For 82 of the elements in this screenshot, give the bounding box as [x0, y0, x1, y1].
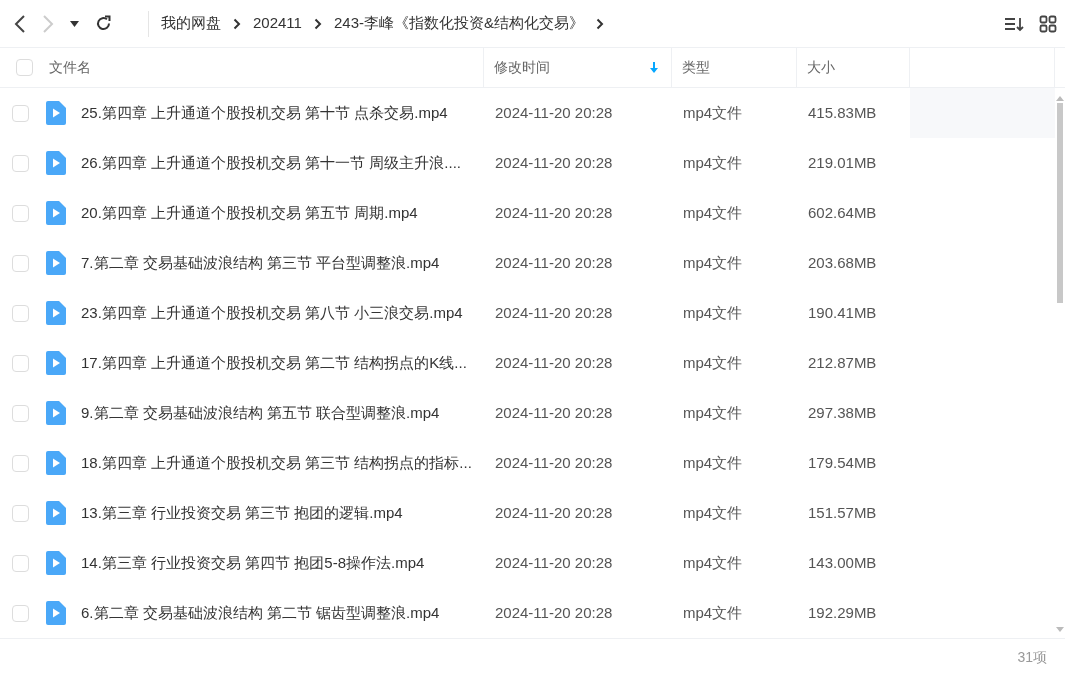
file-name[interactable]: 9.第二章 交易基础波浪结构 第五节 联合型调整浪.mp4	[81, 401, 440, 425]
video-file-icon	[45, 351, 66, 375]
history-dropdown[interactable]	[70, 20, 79, 27]
breadcrumb-link[interactable]: 243-李峰《指数化投资&结构化交易》	[333, 12, 584, 35]
modified-time: 2024-11-20 20:28	[495, 253, 613, 271]
video-file-icon	[45, 451, 66, 475]
modified-time: 2024-11-20 20:28	[495, 103, 613, 121]
video-file-icon	[45, 551, 66, 575]
file-size: 192.29MB	[808, 603, 877, 621]
video-file-icon	[45, 601, 66, 625]
file-size: 151.57MB	[808, 503, 877, 521]
modified-time: 2024-11-20 20:28	[495, 553, 613, 571]
row-checkbox[interactable]	[12, 104, 29, 122]
file-size: 143.00MB	[808, 553, 877, 571]
row-checkbox[interactable]	[12, 204, 29, 222]
column-header[interactable]: 修改时间	[494, 57, 550, 78]
chevron-icon	[313, 17, 322, 30]
file-name[interactable]: 18.第四章 上升通道个股投机交易 第三节 结构拐点的指标...	[81, 451, 472, 475]
file-type: mp4文件	[683, 553, 743, 571]
select-all-checkbox[interactable]	[16, 59, 33, 76]
refresh-icon[interactable]	[95, 15, 112, 32]
modified-time: 2024-11-20 20:28	[495, 203, 613, 221]
row-checkbox[interactable]	[12, 404, 29, 422]
file-type: mp4文件	[683, 353, 743, 371]
column-header[interactable]: 类型	[682, 57, 710, 78]
file-size: 219.01MB	[808, 153, 877, 171]
file-name[interactable]: 20.第四章 上升通道个股投机交易 第五节 周期.mp4	[81, 201, 418, 225]
modified-time: 2024-11-20 20:28	[495, 403, 613, 421]
file-name[interactable]: 7.第二章 交易基础波浪结构 第三节 平台型调整浪.mp4	[81, 251, 440, 275]
video-file-icon	[45, 251, 66, 275]
row-checkbox[interactable]	[12, 604, 29, 622]
column-header[interactable]: 大小	[807, 57, 835, 78]
file-name[interactable]: 6.第二章 交易基础波浪结构 第二节 锯齿型调整浪.mp4	[81, 601, 440, 625]
file-type: mp4文件	[683, 403, 743, 421]
row-checkbox[interactable]	[12, 154, 29, 172]
file-size: 203.68MB	[808, 253, 877, 271]
video-file-icon	[45, 151, 66, 175]
file-type: mp4文件	[683, 503, 743, 521]
file-type: mp4文件	[683, 253, 743, 271]
video-file-icon	[45, 501, 66, 525]
back-button[interactable]	[14, 13, 26, 34]
file-size: 190.41MB	[808, 303, 877, 321]
modified-time: 2024-11-20 20:28	[495, 153, 613, 171]
file-name[interactable]: 17.第四章 上升通道个股投机交易 第二节 结构拐点的K线...	[81, 351, 467, 375]
grid-view-icon[interactable]	[1039, 14, 1057, 33]
file-size: 297.38MB	[808, 403, 877, 421]
file-size: 212.87MB	[808, 353, 877, 371]
file-size: 179.54MB	[808, 453, 877, 471]
modified-time: 2024-11-20 20:28	[495, 303, 613, 321]
breadcrumb-link[interactable]: 202411	[253, 12, 302, 35]
modified-time: 2024-11-20 20:28	[495, 453, 613, 471]
item-count: 31项	[1017, 648, 1047, 667]
row-checkbox[interactable]	[12, 354, 29, 372]
file-name[interactable]: 14.第三章 行业投资交易 第四节 抱团5-8操作法.mp4	[81, 551, 425, 575]
breadcrumb-link[interactable]: 我的网盘	[161, 12, 221, 35]
row-checkbox[interactable]	[12, 454, 29, 472]
file-name[interactable]: 26.第四章 上升通道个股投机交易 第十一节 周级主升浪....	[81, 151, 462, 175]
video-file-icon	[45, 401, 66, 425]
chevron-icon	[596, 17, 604, 30]
chevron-icon	[233, 17, 241, 30]
file-type: mp4文件	[683, 103, 743, 121]
modified-time: 2024-11-20 20:28	[495, 353, 613, 371]
video-file-icon	[45, 201, 66, 225]
row-checkbox[interactable]	[12, 304, 29, 322]
modified-time: 2024-11-20 20:28	[495, 603, 613, 621]
file-type: mp4文件	[683, 453, 743, 471]
file-type: mp4文件	[683, 603, 743, 621]
row-checkbox[interactable]	[12, 554, 29, 572]
row-checkbox[interactable]	[12, 504, 29, 522]
row-checkbox[interactable]	[12, 254, 29, 272]
file-size: 415.83MB	[808, 103, 877, 121]
file-name[interactable]: 23.第四章 上升通道个股投机交易 第八节 小三浪交易.mp4	[81, 301, 463, 325]
file-name[interactable]: 13.第三章 行业投资交易 第三节 抱团的逻辑.mp4	[81, 501, 403, 525]
video-file-icon	[45, 301, 66, 325]
file-size: 602.64MB	[808, 203, 877, 221]
file-type: mp4文件	[683, 203, 743, 221]
file-name[interactable]: 25.第四章 上升通道个股投机交易 第十节 点杀交易.mp4	[81, 101, 448, 125]
column-header[interactable]: 文件名	[49, 57, 91, 78]
file-type: mp4文件	[683, 303, 743, 321]
file-type: mp4文件	[683, 153, 743, 171]
modified-time: 2024-11-20 20:28	[495, 503, 613, 521]
video-file-icon	[45, 101, 66, 125]
